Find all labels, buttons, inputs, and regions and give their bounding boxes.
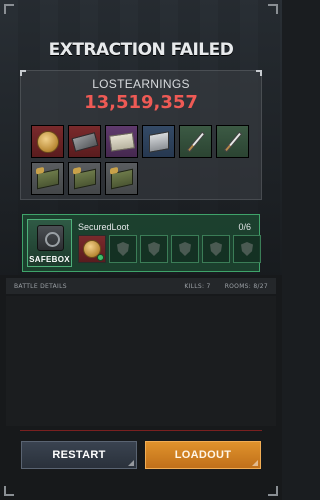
lost-earnings-label: LOSTEARNINGS <box>92 77 190 91</box>
shield-icon <box>241 242 253 256</box>
lost-earnings-value: 13,519,357 <box>84 92 198 113</box>
item-slot-ssd-drive[interactable] <box>68 125 101 158</box>
pencil-icon <box>223 131 242 152</box>
safe-icon <box>37 225 64 251</box>
pencil-icon <box>186 131 205 152</box>
safebox-panel: SAFEBOX SecuredLoot 0/6 <box>22 214 261 272</box>
battle-details-content <box>6 296 276 426</box>
item-slot-ammo-box[interactable] <box>105 162 138 195</box>
lost-earnings-panel: LOSTEARNINGS 13,519,357 <box>20 70 262 200</box>
ammo-box-icon <box>36 168 59 189</box>
secured-slot-empty[interactable] <box>140 235 168 263</box>
secured-loot-label: SecuredLoot <box>78 222 130 232</box>
frame-corner <box>268 486 278 496</box>
panel-corner <box>256 70 262 76</box>
item-slot-ammo-box[interactable] <box>31 162 64 195</box>
loadout-button[interactable]: LOADOUT <box>145 441 261 469</box>
toolbox-icon <box>148 130 169 153</box>
safebox-label: SAFEBOX <box>29 255 70 264</box>
item-slot-toolbox[interactable] <box>142 125 175 158</box>
item-slot-gold-coin[interactable] <box>31 125 64 158</box>
restart-button-label: RESTART <box>52 449 106 461</box>
divider <box>20 430 262 431</box>
shield-icon <box>179 242 191 256</box>
frame-corner <box>4 486 14 496</box>
gold-coin-icon <box>36 130 59 153</box>
frame-corner <box>268 4 278 14</box>
check-badge-icon <box>97 254 104 261</box>
secured-slot-empty[interactable] <box>202 235 230 263</box>
ammo-box-icon <box>73 168 96 189</box>
safebox-slot[interactable]: SAFEBOX <box>27 219 72 267</box>
frame-corner <box>4 4 14 14</box>
page-title: EXTRACTION FAILED <box>48 40 234 60</box>
rooms-stat: ROOMS: 8/27 <box>224 282 268 290</box>
loadout-button-label: LOADOUT <box>174 449 232 461</box>
shield-icon <box>117 242 129 256</box>
shield-icon <box>210 242 222 256</box>
panel-corner <box>20 70 26 76</box>
secured-loot-count: 0/6 <box>238 222 251 232</box>
secured-slot-gold-coin[interactable] <box>78 235 106 263</box>
kills-stat: KILLS: 7 <box>184 282 211 290</box>
secured-slot-empty[interactable] <box>233 235 261 263</box>
shield-icon <box>148 242 160 256</box>
item-slot-pencil[interactable] <box>179 125 212 158</box>
item-slot-pencil[interactable] <box>216 125 249 158</box>
battle-details-bar[interactable]: BATTLE DETAILS KILLS: 7 ROOMS: 8/27 <box>6 278 276 294</box>
battle-details-label: BATTLE DETAILS <box>14 282 67 290</box>
item-slot-ammo-box[interactable] <box>68 162 101 195</box>
corner-notch <box>252 460 258 466</box>
ammo-box-icon <box>110 168 133 189</box>
ssd-drive-icon <box>71 131 98 152</box>
cash-bundle-icon <box>108 131 135 152</box>
corner-notch <box>128 460 134 466</box>
secured-slot-empty[interactable] <box>171 235 199 263</box>
secured-loot-slots <box>78 235 261 263</box>
lost-item-grid <box>31 125 253 195</box>
item-slot-cash-bundle[interactable] <box>105 125 138 158</box>
restart-button[interactable]: RESTART <box>21 441 137 469</box>
secured-slot-empty[interactable] <box>109 235 137 263</box>
